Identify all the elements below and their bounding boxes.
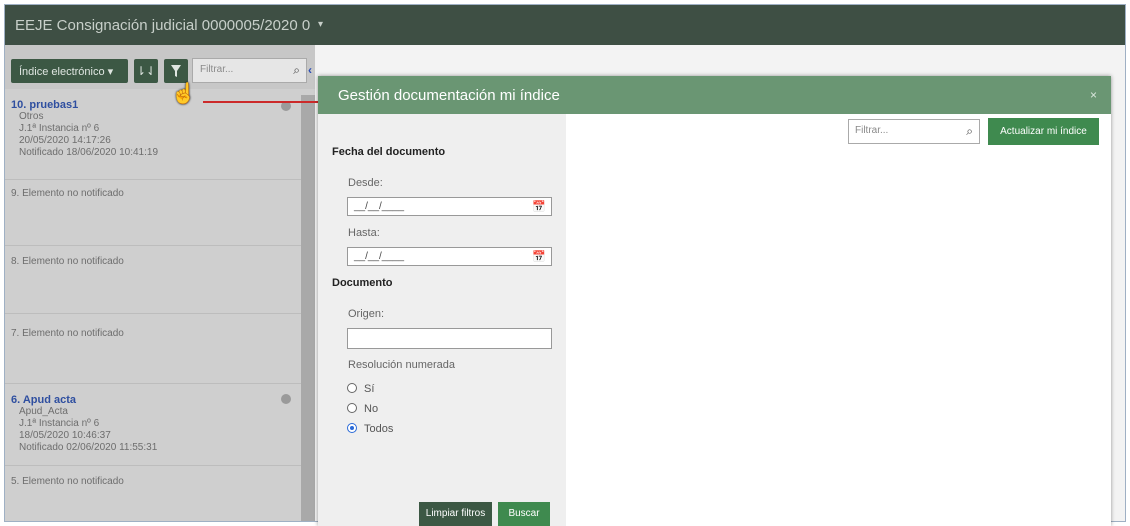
document-list: 10. pruebas1 Otros J.1ª Instancia nº 6 2… (5, 95, 301, 521)
gestion-documentacion-dialog: Gestión documentación mi índice × Fecha … (318, 76, 1111, 526)
left-filter-input[interactable]: Filtrar... ⌕ (192, 58, 307, 83)
radio-si[interactable]: Sí (347, 383, 374, 395)
item-date: 18/05/2020 10:46:37 (19, 430, 111, 441)
list-item[interactable]: 8. Elemento no notificado (5, 246, 301, 314)
indice-electronico-button[interactable]: Índice electrónico ▾ (11, 59, 128, 83)
list-item[interactable]: 7. Elemento no notificado (5, 314, 301, 384)
hasta-date-input[interactable]: __/__/____ 📅 (347, 247, 552, 266)
left-toolbar: Índice electrónico ▾ ⇂⇃ Filtrar... ⌕ ‹ (5, 45, 315, 89)
item-type: Apud_Acta (19, 406, 68, 417)
item-notified: Notificado 18/06/2020 10:41:19 (19, 147, 158, 158)
dialog-header: Gestión documentación mi índice × (318, 76, 1111, 114)
origen-input[interactable] (347, 328, 552, 349)
item-date: 20/05/2020 14:17:26 (19, 135, 111, 146)
main-filter-input[interactable]: Filtrar... ⌕ (848, 119, 980, 144)
radio-icon[interactable] (347, 383, 357, 393)
hasta-label: Hasta: (348, 227, 380, 239)
radio-no[interactable]: No (347, 403, 378, 415)
fecha-section-title: Fecha del documento (332, 146, 446, 158)
sort-icon: ⇂⇃ (135, 64, 157, 78)
actualizar-indice-button[interactable]: Actualizar mi índice (988, 118, 1099, 145)
limpiar-filtros-button[interactable]: Limpiar filtros (419, 502, 492, 526)
list-item[interactable]: 9. Elemento no notificado (5, 180, 301, 246)
list-item[interactable]: 5. Elemento no notificado (5, 466, 301, 521)
item-notified: Notificado 02/06/2020 11:55:31 (19, 442, 158, 453)
item-title: 7. Elemento no notificado (11, 328, 124, 339)
documento-section-title: Documento (332, 277, 393, 289)
hasta-date-value: __/__/____ (354, 251, 405, 262)
radio-todos[interactable]: Todos (347, 423, 393, 435)
origen-label: Origen: (348, 308, 385, 320)
filters-panel: Fecha del documento Desde: __/__/____ 📅 … (318, 114, 566, 526)
top-bar: EEJE Consignación judicial 0000005/2020 … (5, 5, 1125, 45)
item-type: Otros (19, 111, 44, 122)
radio-icon[interactable] (347, 403, 357, 413)
item-title[interactable]: 6. Apud acta (11, 394, 295, 406)
sort-button[interactable]: ⇂⇃ (134, 59, 158, 83)
item-court: J.1ª Instancia nº 6 (19, 418, 100, 429)
radio-si-label: Sí (364, 383, 375, 395)
collapse-icon[interactable]: ‹ (308, 63, 312, 77)
search-icon[interactable]: ⌕ (966, 124, 973, 139)
window-title: EEJE Consignación judicial 0000005/2020 … (15, 17, 311, 34)
list-scrollbar[interactable] (301, 95, 315, 521)
desde-date-input[interactable]: __/__/____ 📅 (347, 197, 552, 216)
item-title: 9. Elemento no notificado (11, 188, 124, 199)
annotation-arrow (203, 101, 321, 103)
close-icon[interactable]: × (1090, 88, 1097, 102)
buscar-button[interactable]: Buscar (498, 502, 550, 526)
search-icon[interactable]: ⌕ (293, 63, 300, 78)
main-filter-placeholder: Filtrar... (855, 125, 889, 136)
list-item[interactable]: 6. Apud acta Apud_Acta J.1ª Instancia nº… (5, 384, 301, 466)
item-menu-icon[interactable] (281, 394, 291, 404)
left-filter-placeholder: Filtrar... (200, 64, 234, 75)
calendar-icon[interactable]: 📅 (532, 250, 546, 263)
hand-cursor-icon: ☝ (171, 83, 196, 105)
left-panel: Índice electrónico ▾ ⇂⇃ Filtrar... ⌕ ‹ 1… (5, 45, 315, 521)
radio-selected-icon[interactable] (347, 423, 357, 433)
radio-todos-label: Todos (364, 423, 394, 435)
calendar-icon[interactable]: 📅 (532, 200, 546, 213)
item-court: J.1ª Instancia nº 6 (19, 123, 100, 134)
dialog-title: Gestión documentación mi índice (338, 87, 560, 104)
desde-date-value: __/__/____ (354, 201, 405, 212)
item-title: 5. Elemento no notificado (11, 476, 124, 487)
list-item[interactable]: 10. pruebas1 Otros J.1ª Instancia nº 6 2… (5, 95, 301, 180)
title-dropdown-icon[interactable]: ▾ (318, 19, 323, 30)
funnel-icon (171, 65, 181, 77)
radio-no-label: No (364, 403, 379, 415)
desde-label: Desde: (348, 177, 383, 189)
item-title: 8. Elemento no notificado (11, 256, 124, 267)
filter-button[interactable] (164, 59, 188, 83)
resolucion-label: Resolución numerada (348, 359, 456, 371)
